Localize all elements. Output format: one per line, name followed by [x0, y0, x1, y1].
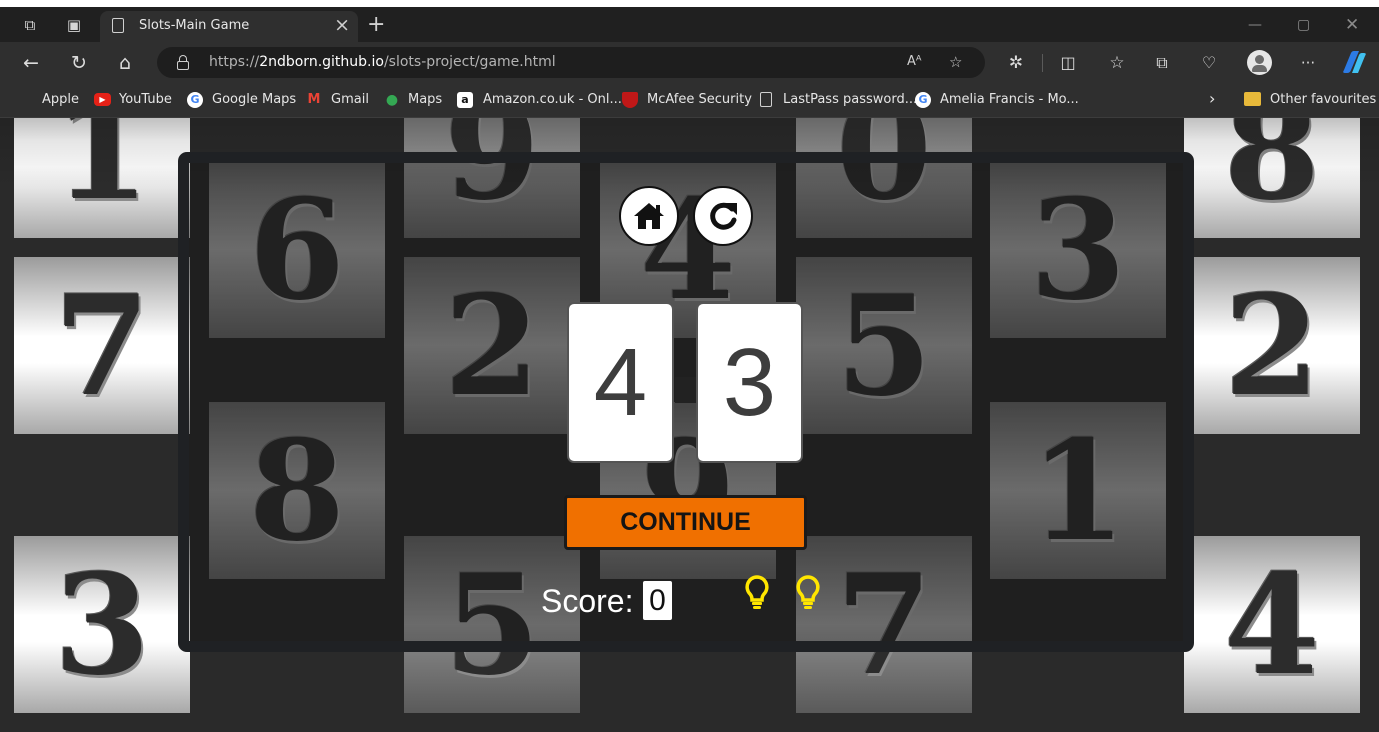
toolbar-divider — [1042, 54, 1043, 72]
other-favourites[interactable]: Other favourites — [1270, 92, 1376, 108]
google-icon: G — [915, 92, 931, 108]
reel-symbol: 7 — [14, 257, 190, 434]
page-icon — [760, 92, 772, 107]
more-options-icon[interactable]: ··· — [1297, 52, 1319, 74]
bookmark-amazon[interactable]: Amazon.co.uk - Onl... — [483, 92, 622, 108]
browser-chrome: ⧉ ▣ Slots-Main Game × + — ▢ ✕ ← ↻ ⌂ http… — [0, 0, 1379, 118]
url-text[interactable]: https://2ndborn.github.io/slots-project/… — [209, 54, 556, 70]
home-icon[interactable]: ⌂ — [114, 52, 136, 74]
close-window-icon[interactable]: ✕ — [1345, 17, 1359, 34]
bookmark-amelia[interactable]: Amelia Francis - Mo... — [940, 92, 1079, 108]
maps-pin-icon: ● — [385, 92, 399, 108]
bookmarks-bar: Apple ▶ YouTube G Google Maps M Gmail ● … — [0, 82, 1379, 118]
refresh-icon[interactable]: ↻ — [68, 52, 90, 74]
extensions-icon[interactable]: ✲ — [1005, 52, 1027, 74]
bookmark-youtube[interactable]: YouTube — [119, 92, 172, 108]
reel-symbol: 1 — [14, 118, 190, 238]
browser-essentials-icon[interactable]: ♡ — [1198, 52, 1220, 74]
minimize-icon[interactable]: — — [1248, 17, 1262, 33]
reel-digit: 3 — [53, 543, 151, 706]
folder-icon — [1244, 92, 1261, 106]
reel-symbol: 8 — [1184, 118, 1360, 238]
navigation-bar: ← ↻ ⌂ https://2ndborn.github.io/slots-pr… — [0, 42, 1379, 82]
lock-icon[interactable] — [177, 55, 189, 70]
page-icon — [112, 18, 124, 33]
tab-active[interactable]: Slots-Main Game × — [100, 11, 358, 42]
continue-button[interactable]: CONTINUE — [564, 495, 807, 550]
back-icon[interactable]: ← — [20, 52, 42, 74]
reel-digit: 4 — [1223, 543, 1321, 706]
restart-button[interactable] — [693, 186, 753, 246]
result-card-left: 4 — [567, 302, 674, 463]
google-icon: G — [187, 92, 203, 108]
reel-digit: 1 — [53, 118, 151, 231]
copilot-icon[interactable] — [1340, 50, 1367, 74]
result-digit-right: 3 — [722, 329, 777, 436]
reel-digit: 8 — [1223, 118, 1321, 231]
mcafee-icon — [622, 92, 638, 108]
bookmark-gmail[interactable]: Gmail — [331, 92, 369, 108]
split-screen-icon[interactable]: ◫ — [1057, 52, 1079, 74]
read-aloud-icon[interactable]: Aᴬ — [907, 53, 922, 71]
tab-bar: ⧉ ▣ Slots-Main Game × + — ▢ ✕ — [0, 7, 1379, 42]
card-separator — [675, 377, 697, 403]
reel-symbol: 4 — [1184, 536, 1360, 713]
tab-title: Slots-Main Game — [139, 18, 250, 33]
chevron-right-icon[interactable]: › — [1209, 91, 1215, 107]
bookmark-mcafee[interactable]: McAfee Security — [647, 92, 752, 108]
reel-symbol: 2 — [1184, 257, 1360, 434]
home-button[interactable] — [619, 186, 679, 246]
reel-digit: 2 — [1223, 264, 1321, 427]
favorite-star-icon[interactable]: ☆ — [949, 53, 962, 71]
bookmark-apple[interactable]: Apple — [42, 92, 79, 108]
redo-icon — [710, 202, 737, 230]
bookmark-google-maps[interactable]: Google Maps — [212, 92, 296, 108]
score-value: 0 — [642, 580, 673, 621]
bookmark-lastpass[interactable]: LastPass password... — [783, 92, 917, 108]
favorites-icon[interactable]: ☆ — [1106, 52, 1128, 74]
collections-icon[interactable]: ⧉ — [1151, 52, 1173, 74]
maximize-icon[interactable]: ▢ — [1297, 17, 1310, 33]
window-top-edge — [0, 0, 1379, 7]
tab-actions-icon[interactable]: ▣ — [64, 15, 84, 35]
reel-symbol: 3 — [14, 536, 190, 713]
profile-avatar[interactable] — [1247, 50, 1272, 75]
apple-icon — [18, 92, 34, 108]
gmail-icon: M — [307, 92, 321, 107]
workspaces-icon[interactable]: ⧉ — [20, 15, 40, 35]
youtube-icon: ▶ — [94, 93, 111, 106]
hint-bulb-icon[interactable] — [794, 574, 822, 612]
new-tab-icon[interactable]: + — [367, 14, 385, 36]
bookmark-maps[interactable]: Maps — [408, 92, 442, 108]
close-tab-icon[interactable]: × — [334, 14, 350, 36]
reel-digit: 7 — [53, 264, 151, 427]
result-digit-left: 4 — [593, 329, 648, 436]
address-bar[interactable]: https://2ndborn.github.io/slots-project/… — [157, 47, 985, 78]
result-card-right: 3 — [696, 302, 803, 463]
score-label: Score: — [541, 583, 634, 619]
hint-bulb-icon[interactable] — [743, 574, 771, 612]
amazon-icon: a — [457, 92, 473, 108]
home-icon — [634, 203, 664, 229]
